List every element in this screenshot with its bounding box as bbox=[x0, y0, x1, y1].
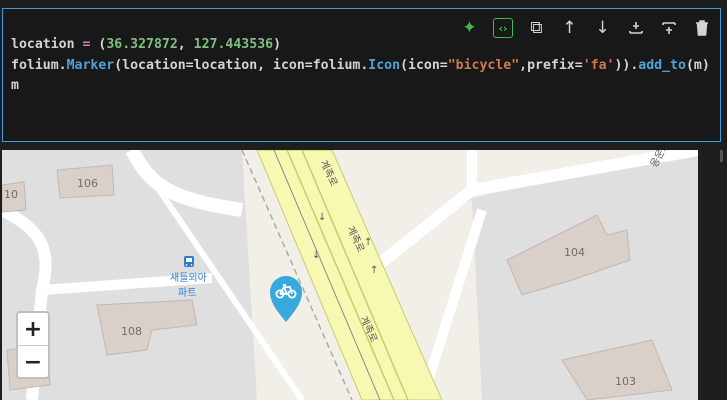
code-line-2: folium.Marker(location=location, icon=fo… bbox=[11, 57, 710, 73]
zoom-control: + − bbox=[16, 311, 50, 379]
building-label: 106 bbox=[77, 177, 98, 190]
building-label: 104 bbox=[564, 246, 585, 259]
direction-arrow: ↓ bbox=[318, 212, 326, 223]
building-label: 103 bbox=[615, 375, 636, 388]
poi-label: 파트 bbox=[178, 287, 196, 299]
zoom-in-button[interactable]: + bbox=[18, 313, 48, 345]
map-output[interactable]: ↓ ↓ ↑ ↑ 106 108 107 104 103 10 계족로 계족로 계… bbox=[2, 150, 698, 400]
zoom-out-button[interactable]: − bbox=[18, 345, 48, 378]
building-label: 10 bbox=[4, 188, 18, 201]
poi-label: 새들뫼아 bbox=[170, 272, 207, 284]
code-line-3: m bbox=[11, 78, 19, 93]
map-marker[interactable] bbox=[270, 276, 302, 322]
code-editor[interactable]: location = (36.327872, 127.443536) folium… bbox=[11, 35, 710, 97]
bus-stop-icon[interactable] bbox=[184, 256, 194, 267]
map-canvas[interactable]: ↓ ↓ ↑ ↑ 106 108 107 104 103 10 계족로 계족로 계… bbox=[2, 150, 698, 400]
building-label: 108 bbox=[121, 325, 142, 338]
direction-arrow: ↑ bbox=[370, 265, 378, 276]
scrollbar[interactable] bbox=[720, 150, 723, 162]
code-cell[interactable]: ✦ ‹› ⧉ ↑ ↓ location = (36.327872, 127.44… bbox=[2, 8, 721, 142]
direction-arrow: ↓ bbox=[312, 250, 320, 261]
code-line-1: location = (36.327872, 127.443536) bbox=[11, 37, 282, 52]
